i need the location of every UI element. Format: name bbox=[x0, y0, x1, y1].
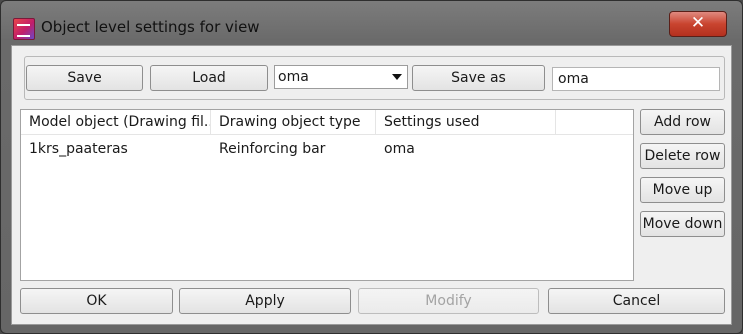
modify-button: Modify bbox=[358, 288, 539, 314]
save-button[interactable]: Save bbox=[26, 65, 143, 91]
app-icon bbox=[13, 18, 35, 40]
column-header-model-object[interactable]: Model object (Drawing fil... bbox=[21, 110, 211, 134]
add-row-button[interactable]: Add row bbox=[640, 109, 725, 135]
window-title: Object level settings for view bbox=[41, 18, 260, 36]
close-button[interactable]: ✕ bbox=[669, 11, 727, 37]
ok-button[interactable]: OK bbox=[20, 288, 173, 314]
cell-model-object[interactable]: 1krs_paateras bbox=[21, 138, 211, 160]
dialog-client-area: Save Load oma Save as Model object (Draw… bbox=[11, 45, 732, 325]
chevron-down-icon bbox=[392, 74, 402, 80]
move-up-button[interactable]: Move up bbox=[640, 177, 725, 203]
table-header: Model object (Drawing fil... Drawing obj… bbox=[21, 110, 633, 135]
column-header-empty bbox=[556, 110, 633, 134]
move-down-button[interactable]: Move down bbox=[640, 211, 725, 237]
apply-button[interactable]: Apply bbox=[179, 288, 351, 314]
settings-dropdown[interactable]: oma bbox=[274, 65, 408, 89]
table-row[interactable]: 1krs_paateras Reinforcing bar oma bbox=[21, 138, 633, 160]
cell-drawing-object-type[interactable]: Reinforcing bar bbox=[211, 138, 376, 160]
save-as-name-field[interactable] bbox=[552, 67, 720, 91]
save-as-button[interactable]: Save as bbox=[412, 65, 545, 91]
cancel-button[interactable]: Cancel bbox=[548, 288, 725, 314]
column-header-settings-used[interactable]: Settings used bbox=[376, 110, 556, 134]
delete-row-button[interactable]: Delete row bbox=[640, 143, 725, 169]
load-button[interactable]: Load bbox=[150, 65, 268, 91]
dialog-window: Object level settings for view ✕ Save Lo… bbox=[0, 0, 743, 334]
object-settings-table: Model object (Drawing fil... Drawing obj… bbox=[20, 109, 634, 281]
column-header-drawing-object-type[interactable]: Drawing object type bbox=[211, 110, 376, 134]
cell-settings-used[interactable]: oma bbox=[376, 138, 556, 160]
settings-dropdown-value: oma bbox=[278, 69, 309, 85]
title-bar[interactable]: Object level settings for view ✕ bbox=[1, 1, 742, 45]
